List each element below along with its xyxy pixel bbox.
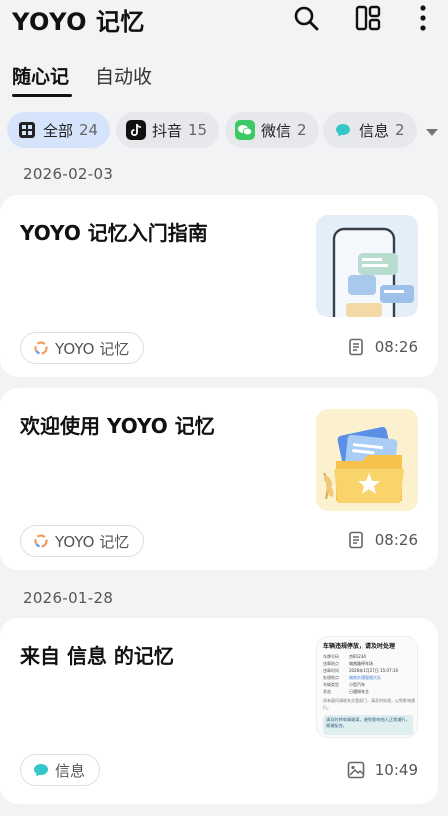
document-icon [347,531,365,549]
filter-chip-count: 15 [188,121,208,139]
card-title: 欢迎使用 YOYO 记忆 [20,414,215,438]
message-icon [333,120,353,140]
wechat-icon [235,120,255,140]
card-meta: 08:26 [347,338,418,356]
thumb-row: 违章时间 2026年1月27日 15:07:10 [323,667,415,674]
source-label: YOYO 记忆 [55,532,130,551]
filter-chip-wechat[interactable]: 微信 2 [225,112,319,148]
thumb-row-value: 京B1234 [349,654,366,659]
thumb-row-key: 车辆类型 [323,682,339,687]
date-header: 2026-01-28 [23,589,114,607]
tab-suixinji[interactable]: 随心记 [12,62,69,89]
thumb-row: 车辆类型 小型汽车 [323,681,415,688]
thumb-row-value: 小型汽车 [349,682,365,687]
thumb-row-key: 车牌号码 [323,654,339,659]
memory-card[interactable]: 来自 信息 的记忆 车辆违规停放，请及时处理 车牌号码 京B1234 违章地点 城南… [0,618,438,804]
filter-chip-message[interactable]: 信息 2 [323,112,417,148]
filter-chip-count: 2 [297,121,307,139]
layout-icon[interactable] [353,3,383,33]
thumb-header: 车辆违规停放，请及时处理 [323,643,396,650]
thumb-row-value: 已通知车主 [349,689,369,694]
thumb-row: 车牌号码 京B1234 [323,653,415,660]
thumb-row-key: 违章地点 [323,661,339,666]
app-title: YOYO 记忆 [12,8,145,36]
memory-card[interactable]: YOYO 记忆入门指南 YOYO 记忆 08:26 [0,195,438,377]
douyin-icon [126,120,146,140]
search-icon[interactable] [291,3,321,33]
source-label: 信息 [55,761,86,780]
thumb-row-key: 状态 [323,689,331,694]
more-vert-icon[interactable] [408,3,438,33]
card-time: 10:49 [374,761,418,779]
card-thumbnail: 车辆违规停放，请及时处理 车牌号码 京B1234 违章地点 城南路停车场 违章时间 2… [316,636,418,738]
grid-icon [17,120,37,140]
image-icon [347,761,365,779]
filter-chip-douyin[interactable]: 抖音 15 [116,112,220,148]
app-bar: YOYO 记忆 [0,0,448,40]
message-icon [33,762,49,778]
filter-chip-label: 信息 [359,121,390,140]
filter-chip-count: 2 [395,121,405,139]
filter-chips: 全部 24 抖音 15 微信 2 信息 2 [0,112,448,148]
card-meta: 10:49 [347,761,418,779]
filter-chip-label: 全部 [43,121,74,140]
thumb-row-value: 2026年1月27日 15:07:10 [349,668,399,673]
filter-chip-all[interactable]: 全部 24 [7,112,111,148]
source-pill[interactable]: YOYO 记忆 [20,525,145,557]
thumb-row: 处理地点 城南交通管理大队 [323,674,415,681]
card-meta: 08:26 [347,531,418,549]
card-thumbnail [316,215,418,317]
tab-zidongshou[interactable]: 自动收 [95,62,152,89]
source-label: YOYO 记忆 [55,339,130,358]
source-pill[interactable]: 信息 [20,754,101,786]
thumb-note: 如有疑问请联系交管部门，请及时处理，以免影响通行。 [323,698,415,710]
card-time: 08:26 [374,338,418,356]
thumb-row-key: 处理地点 [323,675,339,680]
filter-chip-label: 微信 [261,121,292,140]
thumb-footer: 请及时将车辆驶离，避免影响他人正常通行，感谢配合。 [323,715,413,735]
thumb-row-value: 城南交通管理大队 [349,675,381,680]
filter-chip-count: 24 [79,121,99,139]
source-pill[interactable]: YOYO 记忆 [20,332,145,364]
thumb-row-key: 违章时间 [323,668,339,673]
card-title: 来自 信息 的记忆 [20,644,174,668]
memory-card[interactable]: 欢迎使用 YOYO 记忆 YOYO 记忆 08:26 [0,388,438,570]
thumb-row: 状态 已通知车主 [323,688,415,695]
card-thumbnail [316,409,418,511]
thumb-row-value: 城南路停车场 [349,661,373,666]
filter-chip-label: 抖音 [152,121,183,140]
card-title: YOYO 记忆入门指南 [20,221,208,245]
chevron-down-icon[interactable] [424,124,440,136]
thumb-row: 违章地点 城南路停车场 [323,660,415,667]
card-time: 08:26 [374,531,418,549]
yoyo-logo-icon [33,533,49,549]
yoyo-logo-icon [33,340,49,356]
date-header: 2026-02-03 [23,165,114,183]
document-icon [347,338,365,356]
tab-underline [12,94,72,97]
thumb-body: 车牌号码 京B1234 违章地点 城南路停车场 违章时间 2026年1月27日 15:… [323,653,415,711]
